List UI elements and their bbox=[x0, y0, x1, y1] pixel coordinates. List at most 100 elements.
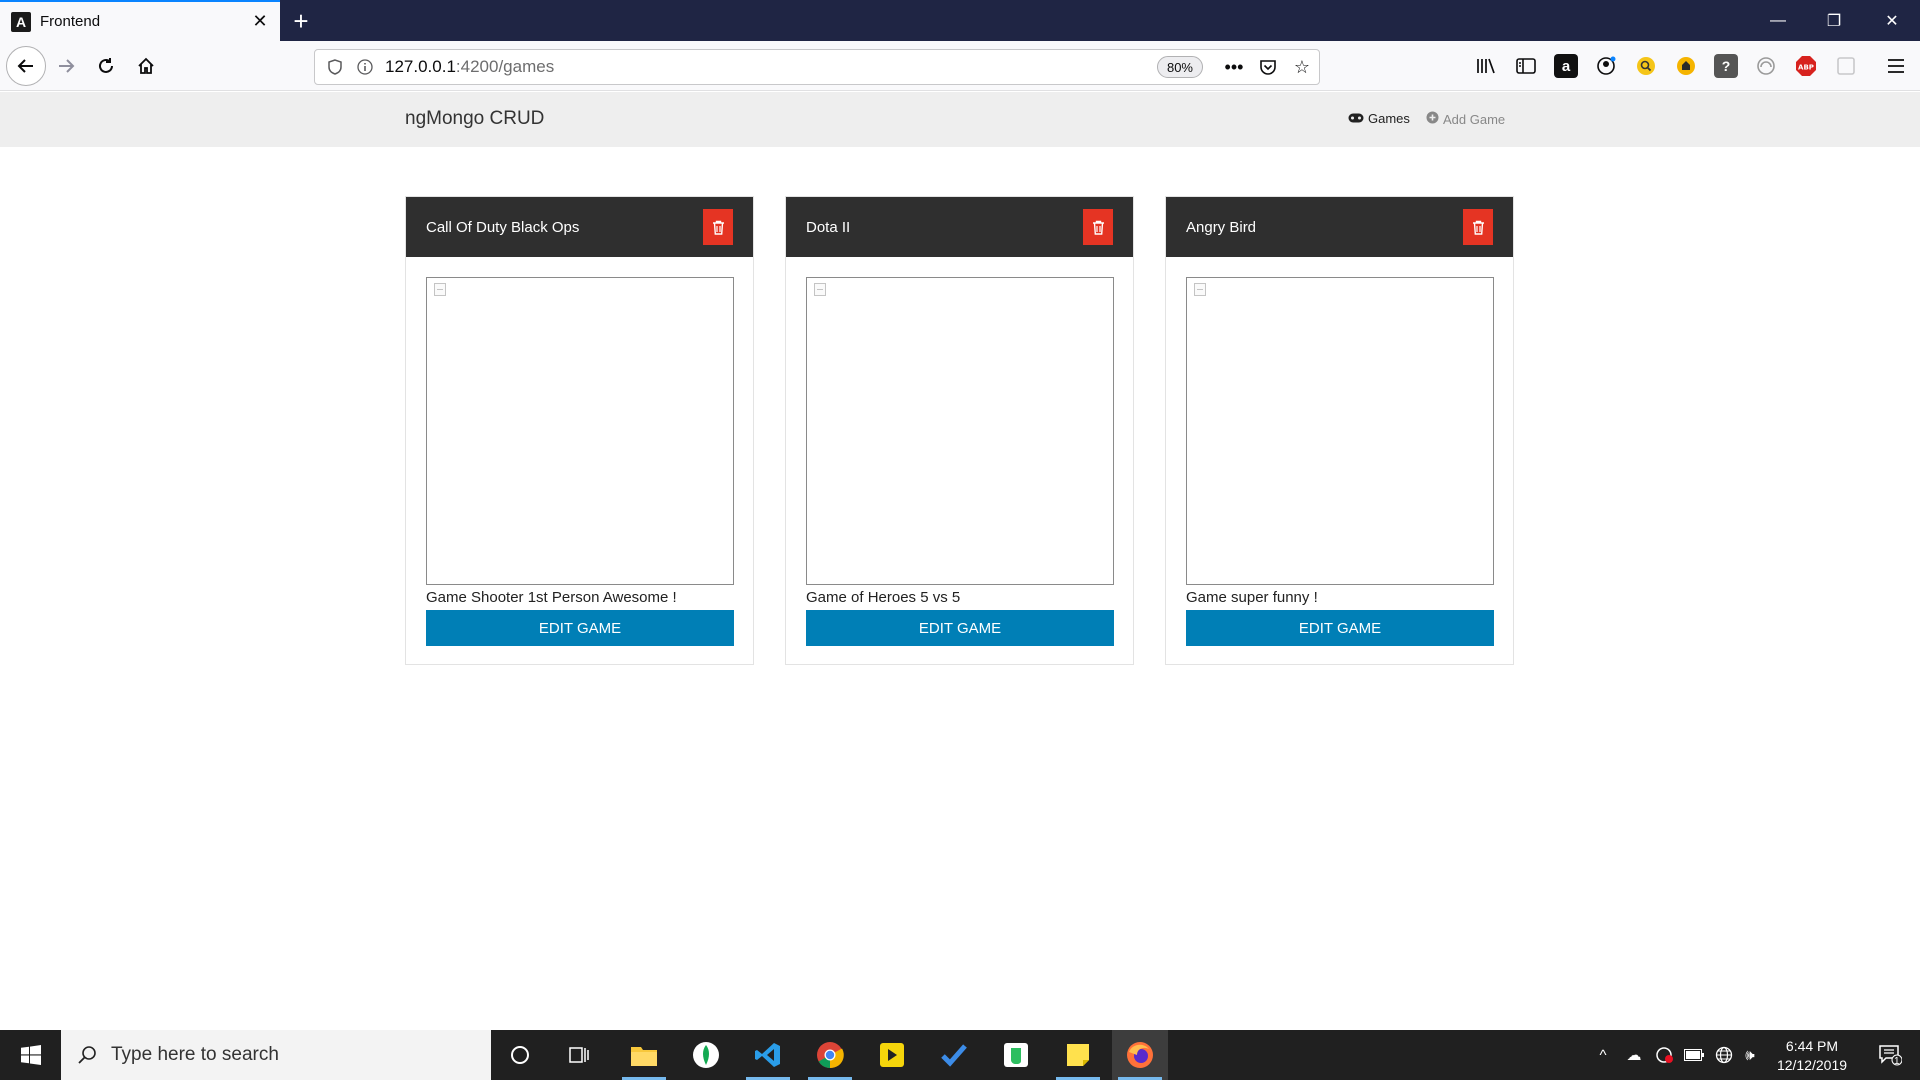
network-globe-icon[interactable] bbox=[1710, 1030, 1738, 1080]
taskbar-app-sticky-notes[interactable] bbox=[1050, 1030, 1106, 1080]
game-card: Call Of Duty Black Ops Game Shooter 1st … bbox=[405, 196, 754, 665]
task-view-icon bbox=[569, 1047, 589, 1063]
adblock-plus-icon[interactable]: ABP bbox=[1794, 54, 1818, 78]
firefox-icon bbox=[1127, 1042, 1153, 1068]
onedrive-cloud-icon[interactable]: ☁ bbox=[1620, 1030, 1648, 1080]
windows-logo-icon bbox=[20, 1045, 41, 1065]
gamepad-icon bbox=[1348, 111, 1364, 126]
folder-icon bbox=[631, 1047, 657, 1066]
cortana-button[interactable] bbox=[492, 1030, 548, 1080]
browser-tab-strip: A Frontend ✕ + — ❐ ✕ bbox=[0, 0, 1920, 41]
game-description: Game of Heroes 5 vs 5 bbox=[806, 589, 961, 606]
search-extension-icon[interactable] bbox=[1634, 54, 1658, 78]
taskbar-clock[interactable]: 6:44 PM 12/12/2019 bbox=[1762, 1037, 1862, 1075]
back-arrow-icon bbox=[17, 59, 33, 73]
page-actions-icon[interactable]: ••• bbox=[1217, 50, 1251, 84]
reload-button[interactable] bbox=[88, 48, 124, 84]
broken-image-icon bbox=[1194, 283, 1206, 296]
home-button[interactable] bbox=[128, 48, 164, 84]
taskbar-app-mongodb-compass[interactable] bbox=[678, 1030, 734, 1080]
cortana-icon bbox=[511, 1046, 529, 1064]
card-header: Dota II bbox=[786, 197, 1133, 257]
delete-button[interactable] bbox=[1083, 209, 1113, 245]
trash-icon bbox=[1092, 220, 1104, 235]
game-description: Game super funny ! bbox=[1186, 589, 1318, 606]
nav-link-add-game[interactable]: Add Game bbox=[1426, 111, 1505, 127]
url-bar[interactable]: 127.0.0.1:4200/games 80% ••• ☆ bbox=[314, 49, 1320, 85]
chrome-icon bbox=[817, 1042, 844, 1069]
hamburger-menu-icon[interactable] bbox=[1884, 54, 1908, 78]
sticky-note-icon bbox=[1067, 1044, 1089, 1066]
taskbar-search[interactable]: Type here to search bbox=[61, 1030, 491, 1080]
task-view-button[interactable] bbox=[552, 1030, 608, 1080]
forward-arrow-icon bbox=[59, 59, 75, 73]
nav-link-add-game-label: Add Game bbox=[1443, 111, 1506, 127]
delete-button[interactable] bbox=[703, 209, 733, 245]
new-tab-button[interactable]: + bbox=[287, 6, 315, 36]
minimize-button[interactable]: — bbox=[1750, 0, 1806, 41]
action-center-button[interactable]: 1 bbox=[1866, 1030, 1914, 1080]
game-image-broken bbox=[806, 277, 1114, 585]
edit-game-button[interactable]: EDIT GAME bbox=[806, 610, 1114, 646]
game-title: Dota II bbox=[806, 218, 851, 236]
site-info-icon[interactable] bbox=[355, 57, 375, 77]
search-icon bbox=[78, 1046, 96, 1064]
sidebar-icon[interactable] bbox=[1514, 54, 1538, 78]
zoom-level-badge[interactable]: 80% bbox=[1156, 56, 1203, 78]
amazon-extension-icon[interactable]: a bbox=[1554, 54, 1578, 78]
trash-icon bbox=[1472, 220, 1484, 235]
restore-button[interactable]: ❐ bbox=[1806, 0, 1862, 41]
angular-favicon-icon: A bbox=[11, 11, 31, 32]
taskbar-app-player[interactable] bbox=[864, 1030, 920, 1080]
library-icon[interactable] bbox=[1474, 54, 1498, 78]
nav-link-games-label: Games bbox=[1368, 111, 1410, 126]
bookmark-star-icon[interactable]: ☆ bbox=[1285, 50, 1319, 84]
taskbar-app-chrome[interactable] bbox=[802, 1030, 858, 1080]
headset-extension-icon[interactable] bbox=[1754, 54, 1778, 78]
player-app-icon bbox=[880, 1043, 904, 1067]
broken-image-icon bbox=[814, 283, 826, 296]
security-alert-icon[interactable] bbox=[1650, 1030, 1678, 1080]
windows-taskbar: Type here to search ^ ☁ 🕪 6:44 PM 12/12/… bbox=[0, 1030, 1920, 1080]
app-navbar: ngMongo CRUD Games Add Game bbox=[0, 92, 1920, 147]
url-text[interactable]: 127.0.0.1:4200/games bbox=[385, 57, 1157, 77]
plus-circle-icon bbox=[1426, 111, 1439, 127]
card-header: Angry Bird bbox=[1166, 197, 1513, 257]
volume-icon[interactable]: 🕪 bbox=[1738, 1030, 1762, 1080]
extension-box-icon[interactable] bbox=[1834, 54, 1858, 78]
game-title: Call Of Duty Black Ops bbox=[426, 218, 580, 236]
browser-toolbar: 127.0.0.1:4200/games 80% ••• ☆ a ? ABP bbox=[0, 41, 1920, 91]
taskbar-app-evernote[interactable] bbox=[988, 1030, 1044, 1080]
back-button[interactable] bbox=[6, 46, 46, 86]
start-button[interactable] bbox=[0, 1030, 61, 1080]
taskbar-app-file-explorer[interactable] bbox=[616, 1030, 672, 1080]
game-image-broken bbox=[1186, 277, 1494, 585]
nav-link-games[interactable]: Games bbox=[1348, 111, 1410, 126]
tracking-shield-icon[interactable] bbox=[325, 57, 345, 77]
notification-count-badge: 1 bbox=[1894, 1056, 1900, 1067]
help-extension-icon[interactable]: ? bbox=[1714, 54, 1738, 78]
account-extension-icon[interactable] bbox=[1594, 54, 1618, 78]
pocket-icon[interactable] bbox=[1251, 50, 1285, 84]
reload-icon bbox=[99, 58, 113, 73]
game-image-broken bbox=[426, 277, 734, 585]
tray-overflow-chevron-icon[interactable]: ^ bbox=[1590, 1030, 1616, 1080]
close-tab-icon[interactable]: ✕ bbox=[248, 10, 272, 34]
svg-text:ABP: ABP bbox=[1798, 64, 1814, 72]
taskbar-app-todo[interactable] bbox=[926, 1030, 982, 1080]
close-window-button[interactable]: ✕ bbox=[1864, 0, 1920, 41]
delete-button[interactable] bbox=[1463, 209, 1493, 245]
taskbar-app-firefox[interactable] bbox=[1112, 1030, 1168, 1080]
app-brand[interactable]: ngMongo CRUD bbox=[405, 108, 544, 130]
mongodb-leaf-icon bbox=[693, 1042, 719, 1068]
honey-extension-icon[interactable] bbox=[1674, 54, 1698, 78]
edit-game-button[interactable]: EDIT GAME bbox=[1186, 610, 1494, 646]
game-card: Dota II Game of Heroes 5 vs 5 EDIT GAME bbox=[785, 196, 1134, 665]
battery-icon[interactable] bbox=[1680, 1030, 1708, 1080]
browser-tab[interactable]: A Frontend ✕ bbox=[0, 0, 280, 41]
edit-game-button[interactable]: EDIT GAME bbox=[426, 610, 734, 646]
taskbar-app-vscode[interactable] bbox=[740, 1030, 796, 1080]
trash-icon bbox=[712, 220, 724, 235]
forward-button[interactable] bbox=[48, 48, 84, 84]
home-icon bbox=[138, 57, 154, 74]
